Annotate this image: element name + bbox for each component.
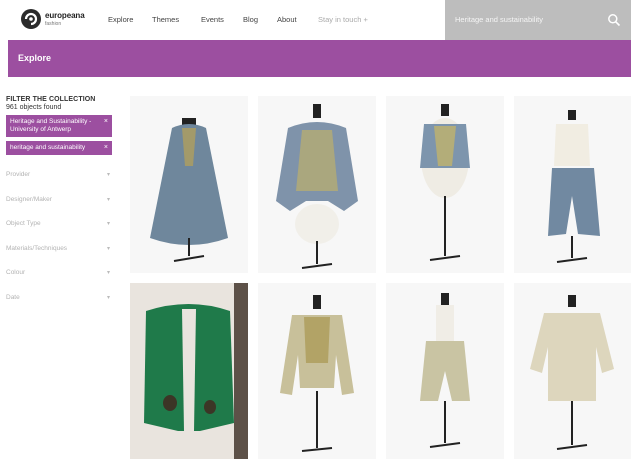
- result-item-green-jacket[interactable]: [130, 283, 248, 459]
- search-value: Heritage and sustainability: [455, 15, 543, 24]
- result-item-grey-embroidered-jacket[interactable]: [258, 96, 376, 273]
- result-item-grey-cape[interactable]: [130, 96, 248, 273]
- garment-image: [386, 96, 504, 273]
- page-title: Explore: [18, 53, 52, 63]
- active-filter-label: heritage and sustainability: [10, 144, 86, 151]
- facet-provider[interactable]: Provider ▾: [6, 165, 116, 190]
- facet-colour[interactable]: Colour ▾: [6, 263, 116, 288]
- result-item-pale-trousers[interactable]: [386, 283, 504, 459]
- nav-about[interactable]: About: [277, 15, 297, 24]
- result-item-striped-jacket[interactable]: [258, 283, 376, 459]
- result-item-blouse-and-blue-trousers[interactable]: [514, 96, 631, 273]
- brand-subtitle: fashion: [45, 21, 62, 27]
- facet-label: Provider: [6, 171, 31, 178]
- chevron-down-icon: ▾: [106, 245, 110, 252]
- logo-icon: [21, 9, 41, 29]
- facet-designer-maker[interactable]: Designer/Maker ▾: [6, 190, 116, 215]
- facet-label: Designer/Maker: [6, 195, 52, 203]
- active-filter-chip[interactable]: heritage and sustainability ×: [6, 141, 112, 155]
- chevron-down-icon: ▾: [106, 270, 110, 276]
- garment-image: [130, 283, 248, 459]
- search-icon[interactable]: [607, 13, 621, 27]
- garment-image: [514, 96, 631, 273]
- nav-blog[interactable]: Blog: [243, 15, 258, 24]
- garment-image: [130, 96, 248, 273]
- garment-image: [514, 283, 631, 459]
- active-filter-label: Heritage and Sustainability - University…: [10, 118, 92, 133]
- chevron-down-icon: ▾: [106, 172, 110, 178]
- filter-sidebar: FILTER THE COLLECTION 961 objects found …: [6, 96, 116, 312]
- result-item-blue-embroidered-vest[interactable]: [386, 96, 504, 273]
- remove-filter-icon[interactable]: ×: [104, 144, 108, 152]
- chevron-down-icon: ▾: [106, 294, 110, 301]
- nav-stay-in-touch[interactable]: Stay in touch +: [318, 15, 368, 24]
- result-count: 961 objects found: [6, 104, 62, 111]
- active-filter-chip[interactable]: Heritage and Sustainability - University…: [6, 115, 112, 137]
- facet-label: Colour: [6, 269, 26, 276]
- filter-title: FILTER THE COLLECTION: [6, 96, 96, 103]
- nav-themes[interactable]: Themes: [152, 15, 179, 24]
- search-input[interactable]: Heritage and sustainability: [445, 0, 631, 40]
- facet-label: Date: [6, 293, 20, 301]
- result-item-cream-blouse[interactable]: [514, 283, 631, 459]
- chevron-down-icon: ▾: [106, 196, 110, 203]
- facet-materials-techniques[interactable]: Materials/Techniques ▾: [6, 239, 116, 264]
- nav-explore[interactable]: Explore: [108, 15, 133, 24]
- chevron-down-icon: ▾: [106, 221, 110, 227]
- facet-label: Materials/Techniques: [6, 244, 68, 252]
- page-header-band: Explore: [8, 40, 631, 77]
- brand-logo[interactable]: europeana fashion: [20, 8, 95, 34]
- nav-events[interactable]: Events: [201, 15, 224, 24]
- top-navigation: europeana fashion Explore Themes Events …: [0, 0, 631, 40]
- garment-image: [258, 283, 376, 459]
- facet-object-type[interactable]: Object Type ▾: [6, 214, 116, 239]
- facet-label: Object Type: [6, 220, 41, 227]
- garment-image: [258, 96, 376, 273]
- facet-date[interactable]: Date ▾: [6, 288, 116, 313]
- remove-filter-icon[interactable]: ×: [104, 118, 108, 126]
- brand-name: europeana: [45, 11, 85, 20]
- garment-image: [386, 283, 504, 459]
